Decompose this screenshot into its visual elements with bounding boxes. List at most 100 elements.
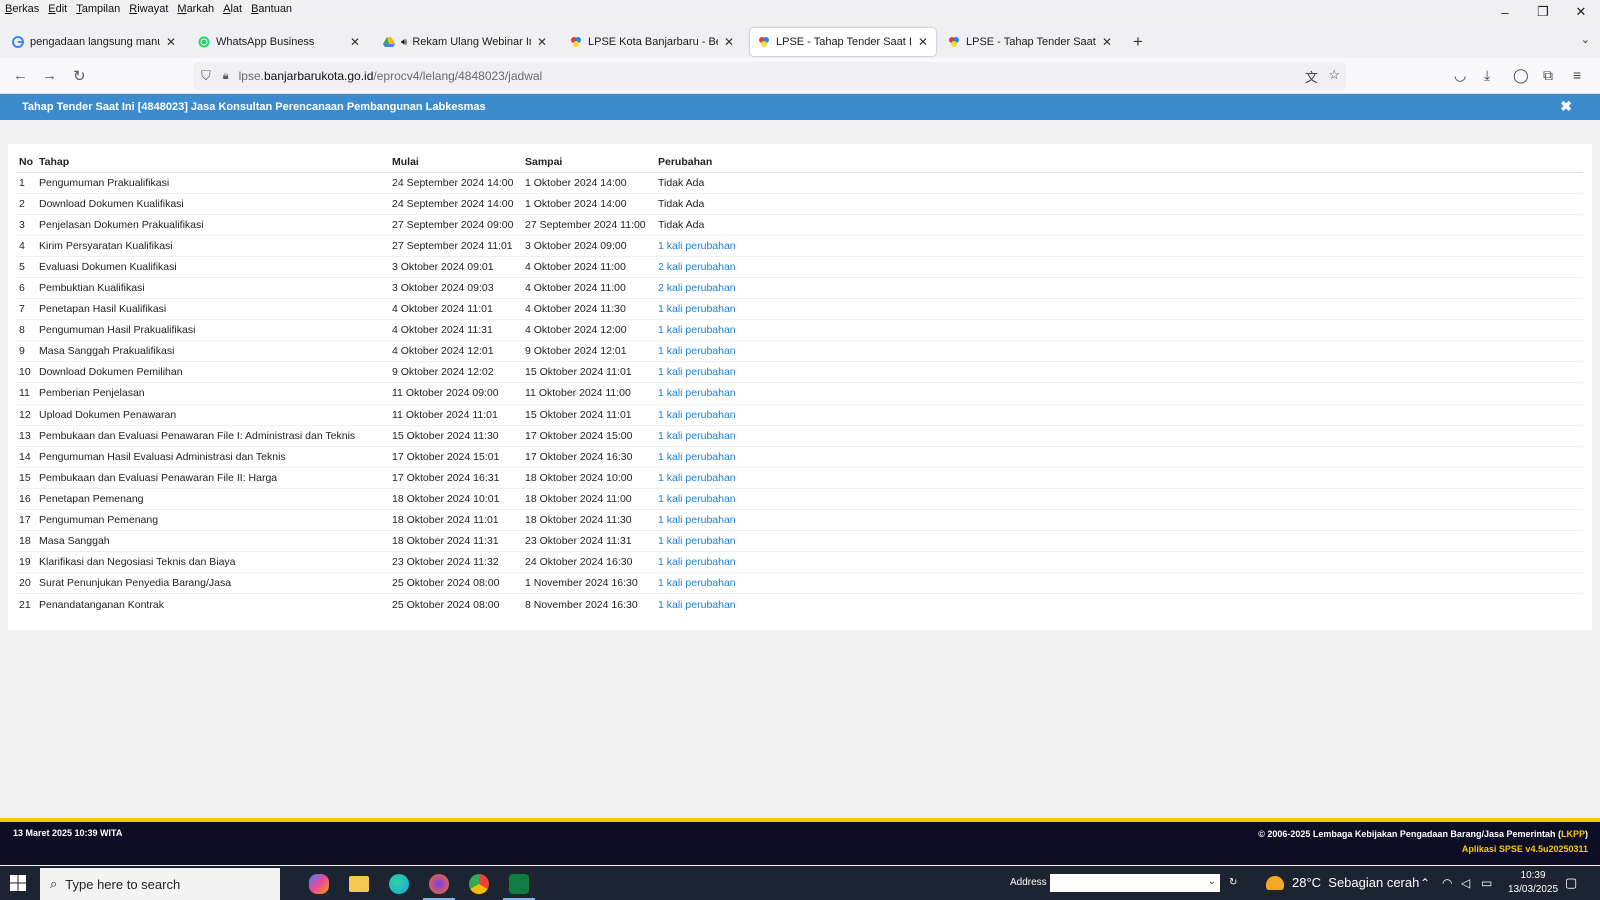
shield-icon[interactable]: ⛉ (201, 68, 211, 84)
perubahan-link[interactable]: 1 kali perubahan (655, 593, 1583, 615)
table-row: 1 Pengumuman Prakualifikasi 24 September 2… (16, 171, 1583, 194)
bookmark-star-icon[interactable]: ☆ (1328, 67, 1340, 83)
header-mulai: Mulai (389, 152, 522, 173)
row-mulai: 23 Oktober 2024 11:32 (389, 551, 522, 573)
address-input[interactable]: ⌄ (1050, 874, 1220, 892)
reload-button[interactable]: ↻ (73, 67, 86, 85)
perubahan-link[interactable]: 1 kali perubahan (655, 551, 1583, 573)
tab-pengadaan[interactable]: pengadaan langsung manual le ✕ (4, 28, 184, 56)
row-tahap: Pembuktian Kualifikasi (36, 276, 389, 299)
list-all-tabs-button[interactable]: ⌄ (1581, 33, 1590, 46)
row-tahap: Pemberian Penjelasan (36, 382, 389, 405)
perubahan-link[interactable]: 1 kali perubahan (655, 298, 1583, 320)
account-icon[interactable]: ◯ (1513, 67, 1529, 84)
system-clock[interactable]: 10:39 13/03/2025 (1508, 869, 1558, 897)
edge-browser-icon[interactable] (379, 868, 419, 900)
tab-rekam-ulang[interactable]: 🔊︎ Rekam Ulang Webinar Impl ✕ (375, 28, 555, 56)
close-icon[interactable]: ✕ (724, 35, 734, 49)
close-icon[interactable]: ✕ (918, 35, 928, 49)
close-icon[interactable]: ✕ (350, 35, 360, 49)
lock-icon[interactable]: 🔒︎ (223, 70, 229, 83)
perubahan-link[interactable]: 1 kali perubahan (655, 572, 1583, 594)
pocket-icon[interactable]: ◡ (1454, 67, 1466, 84)
row-tahap: Pengumuman Prakualifikasi (36, 171, 389, 194)
tab-lpse-beranda[interactable]: LPSE Kota Banjarbaru - Beranda ✕ (562, 28, 742, 56)
row-no: 12 (16, 403, 36, 426)
notification-icon[interactable]: ▢ (1565, 875, 1577, 891)
row-mulai: 18 Oktober 2024 11:01 (389, 508, 522, 531)
table-row: 4 Kirim Persyaratan Kualifikasi 27 Septemb… (16, 234, 1583, 257)
lkpp-link[interactable]: LKPP (1561, 829, 1585, 839)
new-tab-button[interactable]: + (1133, 32, 1143, 52)
tab-whatsapp[interactable]: WhatsApp Business ✕ (190, 28, 368, 56)
tab-title: Rekam Ulang Webinar Impl (412, 36, 531, 48)
row-no: 21 (16, 593, 36, 615)
chevron-up-icon[interactable]: ⌃ (1420, 876, 1430, 890)
url-domain: banjarbarukota.go.id (263, 69, 374, 83)
firefox-browser-icon[interactable] (419, 868, 459, 900)
perubahan-link[interactable]: 1 kali perubahan (655, 403, 1583, 426)
excel-app-icon[interactable] (499, 868, 539, 900)
perubahan-link[interactable]: 1 kali perubahan (655, 445, 1583, 468)
menu-icon[interactable]: ≡ (1573, 67, 1581, 83)
row-perubahan: Tidak Ada (655, 213, 1583, 236)
google-icon (12, 36, 24, 48)
menu-edit[interactable]: Edit (48, 3, 67, 15)
network-icon[interactable]: ◠ (1442, 876, 1452, 890)
perubahan-link[interactable]: 1 kali perubahan (655, 234, 1583, 257)
translate-icon[interactable]: 文 (1305, 67, 1318, 86)
forward-button[interactable]: → (42, 67, 57, 84)
perubahan-link[interactable]: 1 kali perubahan (655, 340, 1583, 362)
row-tahap: Penandatanganan Kontrak (36, 593, 389, 615)
tab-bar: pengadaan langsung manual le ✕ WhatsApp … (0, 27, 1600, 57)
tab-lpse-tahap-2[interactable]: LPSE - Tahap Tender Saat Ini [3 ✕ (940, 28, 1120, 56)
weather-widget[interactable]: 28°C Sebagian cerah (1266, 875, 1419, 890)
perubahan-link[interactable]: 1 kali perubahan (655, 530, 1583, 552)
table-row: 10 Download Dokumen Pemilihan 9 Oktober 20… (16, 361, 1583, 383)
menu-bantuan[interactable]: Bantuan (251, 3, 292, 15)
menu-riwayat[interactable]: Riwayat (129, 3, 168, 15)
address-go-icon[interactable]: ↻ (1229, 877, 1237, 888)
perubahan-link[interactable]: 1 kali perubahan (655, 508, 1583, 531)
copyright-text: © 2006-2025 Lembaga Kebijakan Pengadaan … (1258, 829, 1561, 839)
chevron-down-icon[interactable]: ⌄ (1208, 876, 1216, 887)
file-explorer-icon[interactable] (339, 868, 379, 900)
taskbar: ⌕ Type here to search Address ⌄ ↻ 28°C S… (0, 866, 1600, 900)
row-sampai: 11 Oktober 2024 11:00 (522, 382, 655, 405)
minimize-button[interactable]: – (1486, 0, 1524, 24)
close-icon[interactable]: ✕ (166, 35, 176, 49)
close-icon[interactable]: ✕ (1102, 35, 1112, 49)
perubahan-link[interactable]: 1 kali perubahan (655, 361, 1583, 383)
volume-icon[interactable]: ◁ (1461, 876, 1470, 890)
url-text[interactable]: lpse.banjarbarukota.go.id/eprocv4/lelang… (239, 69, 543, 83)
table-row: 7 Penetapan Hasil Kualifikasi 4 Oktober 20… (16, 298, 1583, 320)
download-icon[interactable]: ⤓ (1484, 67, 1490, 84)
menu-markah[interactable]: Markah (177, 3, 214, 15)
menu-alat[interactable]: Alat (223, 3, 242, 15)
menu-tampilan[interactable]: Tampilan (76, 3, 120, 15)
tab-title: WhatsApp Business (216, 36, 315, 48)
speaker-icon[interactable]: 🔊︎ (401, 37, 407, 48)
copilot-app-icon[interactable] (299, 868, 339, 900)
screen-icon[interactable]: ▭ (1481, 876, 1492, 890)
close-window-button[interactable]: ✕ (1562, 0, 1600, 24)
close-icon[interactable]: ✖ (1560, 98, 1572, 115)
table-row: 18 Masa Sanggah 18 Oktober 2024 11:31 23 Ok… (16, 530, 1583, 552)
windows-start-icon[interactable] (10, 875, 26, 891)
perubahan-link[interactable]: 1 kali perubahan (655, 487, 1583, 510)
back-button[interactable]: ← (13, 67, 28, 84)
perubahan-link[interactable]: 2 kali perubahan (655, 276, 1583, 299)
perubahan-link[interactable]: 1 kali perubahan (655, 319, 1583, 341)
perubahan-link[interactable]: 2 kali perubahan (655, 255, 1583, 278)
extensions-icon[interactable]: ⧉ (1543, 67, 1553, 84)
chrome-browser-icon[interactable] (459, 868, 499, 900)
url-bar[interactable]: ⛉ 🔒︎ lpse.banjarbarukota.go.id/eprocv4/l… (193, 62, 1346, 90)
close-icon[interactable]: ✕ (537, 35, 547, 49)
restore-button[interactable]: ❐ (1524, 0, 1562, 24)
perubahan-link[interactable]: 1 kali perubahan (655, 424, 1583, 447)
tab-lpse-tahap-active[interactable]: LPSE - Tahap Tender Saat Ini [4 ✕ (750, 28, 936, 56)
perubahan-link[interactable]: 1 kali perubahan (655, 382, 1583, 405)
menu-berkas[interactable]: Berkas (5, 3, 39, 15)
taskbar-search-box[interactable]: ⌕ Type here to search (40, 868, 280, 900)
perubahan-link[interactable]: 1 kali perubahan (655, 466, 1583, 489)
